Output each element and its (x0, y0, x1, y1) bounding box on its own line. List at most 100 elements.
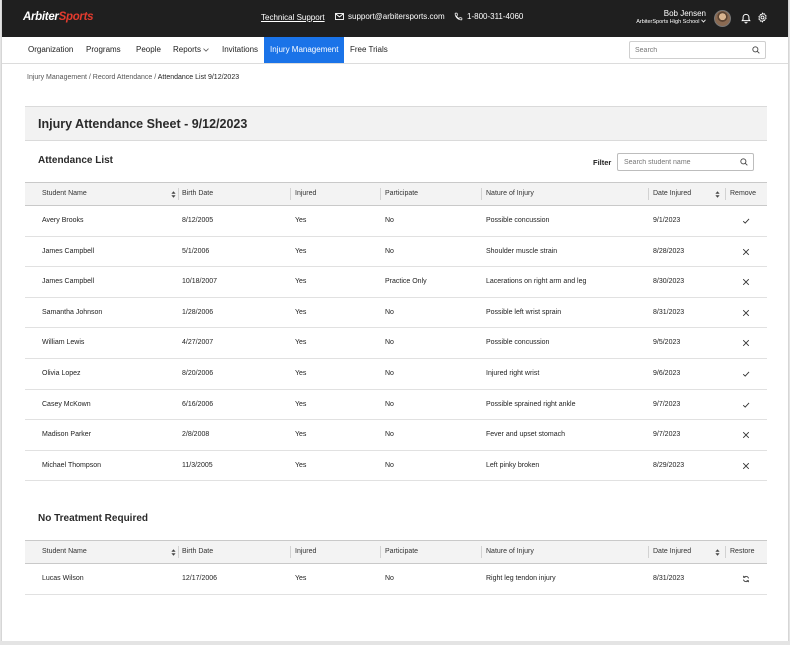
close-icon[interactable] (742, 431, 750, 439)
arbiter-logo[interactable]: ArbiterSports (23, 11, 94, 23)
support-email[interactable]: support@arbitersports.com (335, 12, 445, 21)
column-divider (290, 546, 291, 558)
table-row: Avery Brooks 8/12/2005 Yes No Possible concu… (25, 206, 767, 237)
search-icon[interactable] (740, 158, 748, 166)
cell-injured: Yes (295, 247, 307, 255)
column-divider (481, 188, 482, 200)
table-row: Samantha Johnson 1/28/2006 Yes No Possible l… (25, 298, 767, 329)
nav-reports[interactable]: Reports (173, 37, 210, 63)
restore-icon[interactable] (742, 575, 750, 583)
cell-nature-of-injury: Possible sprained right ankle (486, 400, 576, 408)
nav-injury-management[interactable]: Injury Management (264, 37, 345, 63)
nav-programs[interactable]: Programs (86, 37, 121, 63)
no-treatment-table: Student Name Birth Date Injured Participate… (25, 540, 767, 595)
close-icon[interactable] (742, 309, 750, 317)
cell-nature-of-injury: Possible concussion (486, 339, 550, 347)
cell-injured: Yes (295, 461, 307, 469)
bell-icon[interactable] (741, 13, 751, 24)
cell-date-injured: 9/6/2023 (653, 369, 681, 377)
user-menu[interactable]: Bob Jensen ArbiterSports High School (620, 9, 706, 25)
breadcrumb-injury-management[interactable]: Injury Management (27, 74, 87, 81)
phone-text: 1-800-311-4060 (467, 12, 524, 21)
cell-injured: Yes (295, 339, 307, 347)
chevron-down-icon (701, 19, 706, 23)
column-header-birth-date: Birth Date (182, 548, 214, 555)
sort-icon[interactable] (715, 191, 720, 198)
cell-nature-of-injury: Possible concussion (486, 217, 550, 224)
table-row: Olivia Lopez 8/20/2006 Yes No Injured right … (25, 359, 767, 390)
column-header-student-name[interactable]: Student Name (42, 183, 87, 205)
email-text: support@arbitersports.com (348, 12, 445, 21)
check-icon[interactable] (742, 370, 750, 378)
attendance-list-title: Attendance List (38, 155, 114, 166)
check-icon[interactable] (742, 217, 750, 225)
cell-participate: Practice Only (385, 278, 427, 286)
breadcrumb-current: Attendance List 9/12/2023 (157, 74, 240, 81)
cell-birth-date: 8/20/2006 (182, 369, 214, 377)
sort-icon[interactable] (715, 549, 720, 556)
nav-free-trials[interactable]: Free Trials (350, 37, 388, 63)
technical-support-link[interactable]: Technical Support (261, 13, 325, 22)
close-icon[interactable] (742, 248, 750, 256)
cell-participate: No (385, 575, 394, 582)
cell-date-injured: 8/31/2023 (653, 308, 685, 316)
table-row: Michael Thompson 11/3/2005 Yes No Left pinky… (25, 451, 767, 482)
cell-birth-date: 4/27/2007 (182, 339, 214, 347)
breadcrumb-record-attendance[interactable]: Record Attendance (93, 74, 153, 81)
cell-nature-of-injury: Fever and upset stomach (486, 431, 565, 439)
search-icon[interactable] (752, 46, 760, 54)
cell-nature-of-injury: Shoulder muscle strain (486, 247, 558, 255)
page-title: Injury Attendance Sheet - 9/12/2023 (38, 117, 248, 131)
cell-student-name: Avery Brooks (42, 217, 84, 224)
cell-injured: Yes (295, 400, 307, 408)
cell-student-name: William Lewis (42, 339, 85, 347)
cell-student-name: Madison Parker (42, 431, 92, 439)
cell-injured: Yes (295, 575, 307, 582)
nav-people[interactable]: People (136, 37, 161, 63)
cell-date-injured: 9/1/2023 (653, 217, 681, 224)
search-input[interactable] (635, 44, 745, 56)
cell-birth-date: 8/12/2005 (182, 217, 214, 224)
close-icon[interactable] (742, 339, 750, 347)
cell-participate: No (385, 431, 394, 439)
column-header-injured: Injured (295, 190, 317, 197)
close-icon[interactable] (742, 278, 750, 286)
table-row: Casey McKown 6/16/2006 Yes No Possible sprai… (25, 390, 767, 421)
gear-icon[interactable] (757, 12, 768, 23)
cell-date-injured: 8/29/2023 (653, 461, 685, 469)
cell-date-injured: 8/31/2023 (653, 575, 685, 582)
nav-organization[interactable]: Organization (28, 37, 73, 63)
sheet-header: Injury Attendance Sheet - 9/12/2023 (25, 106, 767, 141)
column-header-date-injured[interactable]: Date Injured (653, 541, 691, 563)
column-divider (380, 188, 381, 200)
support-phone[interactable]: 1-800-311-4060 (454, 12, 523, 21)
cell-nature-of-injury: Possible left wrist sprain (486, 308, 562, 316)
cell-injured: Yes (295, 217, 307, 224)
cell-nature-of-injury: Injured right wrist (486, 369, 540, 377)
avatar[interactable] (714, 10, 731, 27)
cell-injured: Yes (295, 369, 307, 377)
cell-nature-of-injury: Left pinky broken (486, 461, 540, 469)
column-divider (178, 546, 179, 558)
cell-date-injured: 9/7/2023 (653, 400, 681, 408)
nav-invitations[interactable]: Invitations (222, 37, 258, 63)
cell-birth-date: 10/18/2007 (182, 278, 218, 286)
close-icon[interactable] (742, 462, 750, 470)
column-header-date-injured[interactable]: Date Injured (653, 183, 691, 205)
no-treatment-title: No Treatment Required (38, 513, 149, 524)
student-search-input[interactable] (624, 156, 734, 168)
filter-box (617, 153, 754, 171)
column-header-student-name[interactable]: Student Name (42, 541, 87, 563)
cell-birth-date: 11/3/2005 (182, 461, 213, 469)
cell-participate: No (385, 369, 394, 377)
top-bar: ArbiterSports Technical Support support@… (2, 0, 788, 37)
cell-nature-of-injury: Right leg tendon injury (486, 575, 556, 582)
check-icon[interactable] (742, 401, 750, 409)
cell-student-name: Casey McKown (42, 400, 91, 408)
cell-birth-date: 1/28/2006 (182, 308, 214, 316)
table-header: Student Name Birth Date Injured Participate… (25, 182, 767, 206)
sort-icon[interactable] (171, 549, 176, 556)
sort-icon[interactable] (171, 191, 176, 198)
app-frame: ArbiterSports Technical Support support@… (1, 0, 789, 641)
cell-birth-date: 6/16/2006 (182, 400, 214, 408)
